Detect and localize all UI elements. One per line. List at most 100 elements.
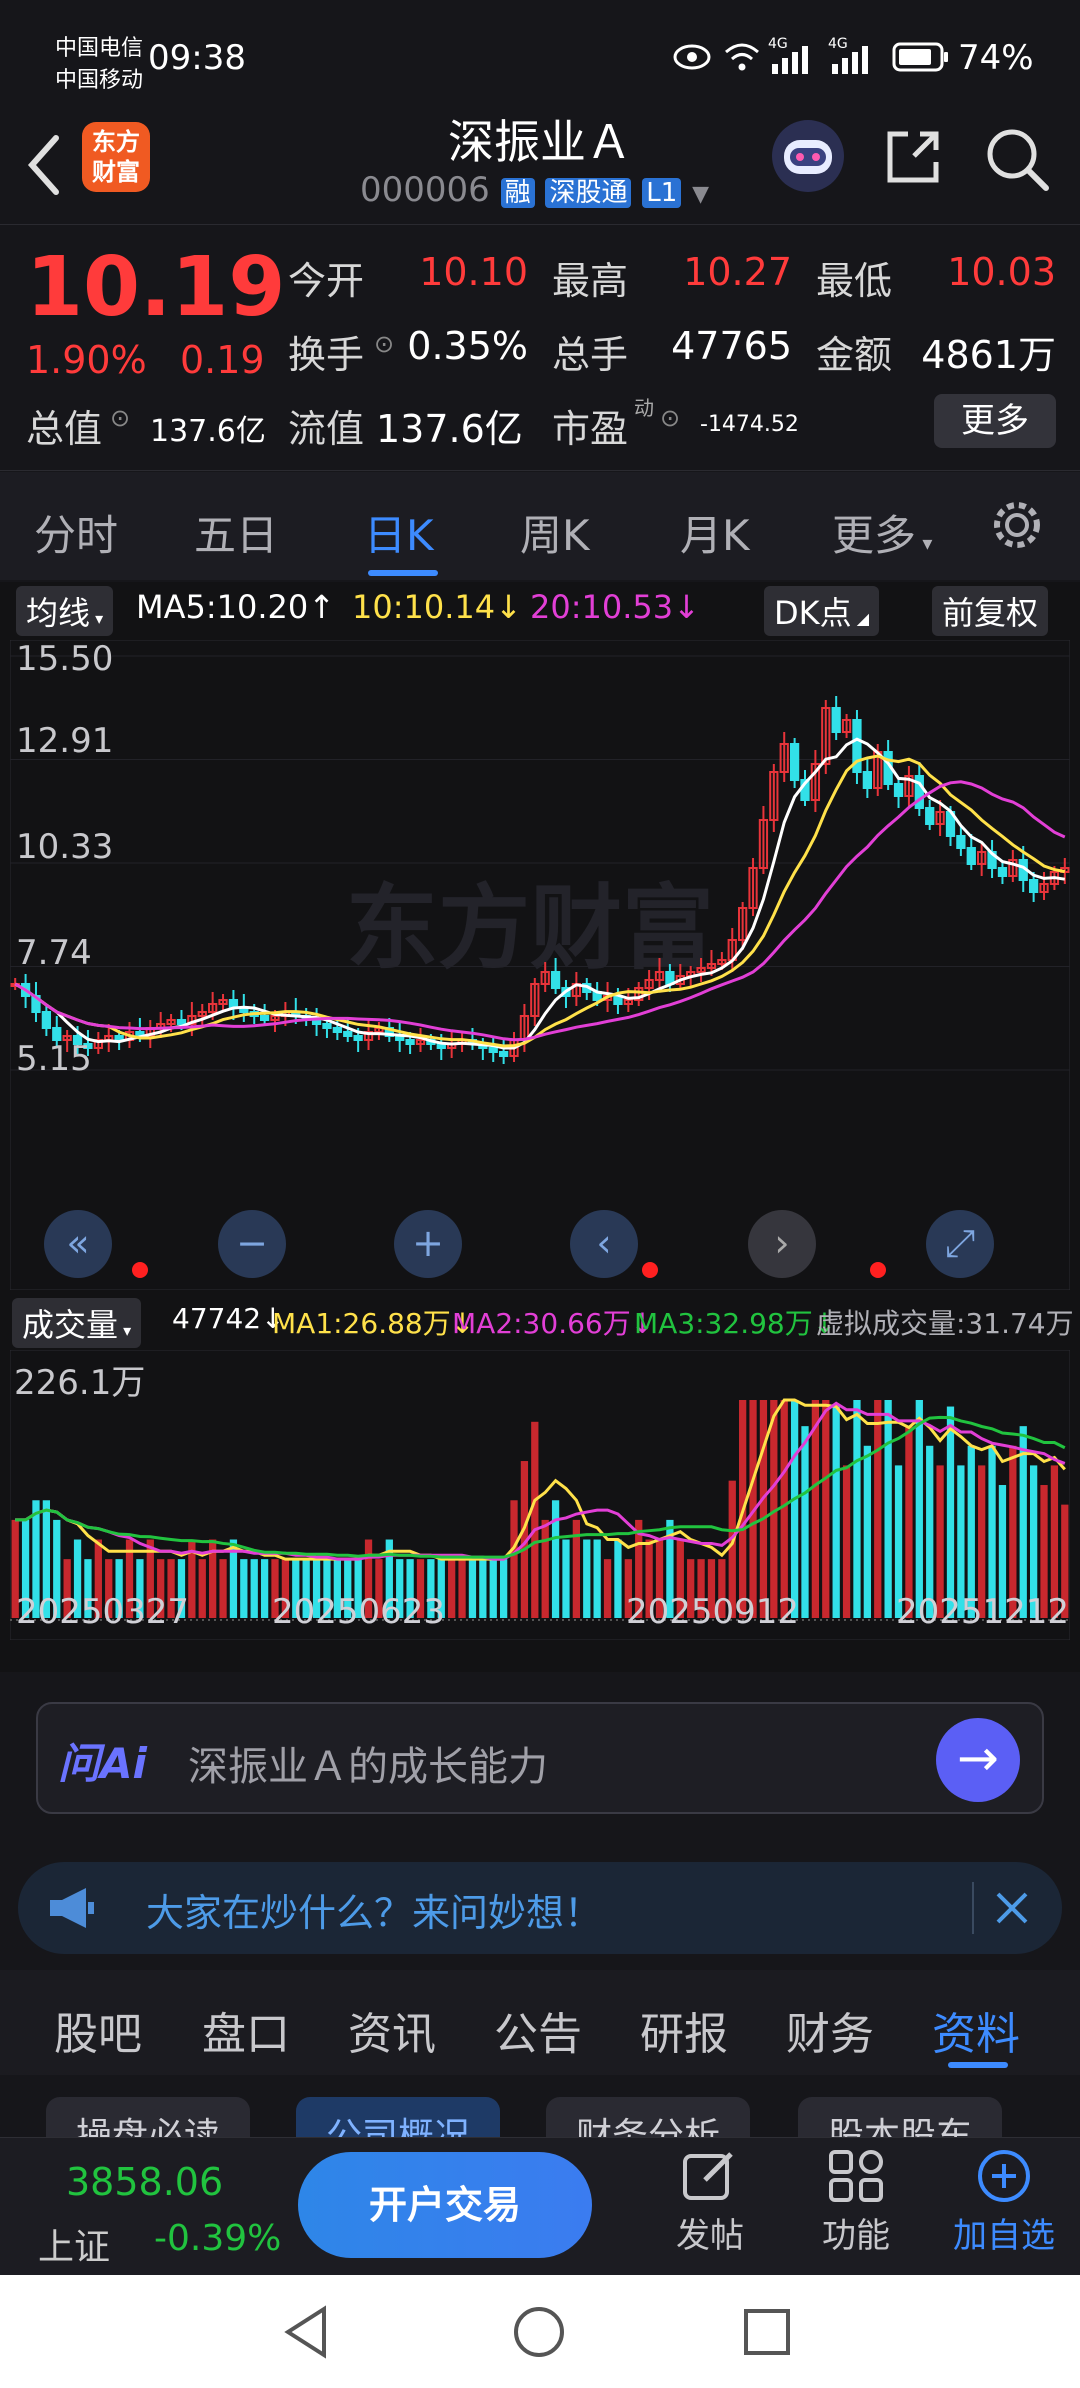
back-triangle-icon[interactable] <box>282 2305 332 2359</box>
tab-weekly-k[interactable]: 周K <box>520 502 590 563</box>
adjust-selector[interactable]: 前复权 <box>932 586 1049 636</box>
ai-prompt[interactable]: 深振业Ａ的成长能力 <box>188 1734 548 1792</box>
tab-monthly-k[interactable]: 月K <box>680 502 750 563</box>
kline-chart-area[interactable]: 均线 ▾ MA5:10.20↑ 10:10.14↓ 20:10.53↓ DK点 … <box>0 582 1080 1672</box>
chip-must-read[interactable]: 操盘必读 <box>46 2097 251 2137</box>
megaphone-icon <box>50 1888 94 1928</box>
scroll-left-icon[interactable]: ‹ <box>570 1210 638 1278</box>
candle <box>114 1035 124 1041</box>
price-axis-4: 7.74 <box>16 933 92 973</box>
grid-icon <box>829 2150 883 2202</box>
volume-label: 总手 <box>552 333 629 377</box>
kline-canvas[interactable]: 东方财富 15.50 12.91 10.33 7.74 5.15 <box>10 640 1070 1290</box>
ma5-label: MA5:10.20↑ <box>136 588 336 626</box>
chart-tabs: 分时 五日 日K 周K 月K 更多 ▾ <box>0 472 1080 580</box>
volume-bar <box>801 1426 809 1618</box>
nav-functions[interactable]: 功能 <box>806 2148 906 2257</box>
tab-finance[interactable]: 财务 <box>786 1998 874 2062</box>
candle <box>1028 879 1039 893</box>
ma-selector[interactable]: 均线 ▾ <box>16 586 114 636</box>
fullscreen-icon[interactable]: ⤢ <box>926 1210 994 1278</box>
volume-bar <box>863 1445 871 1618</box>
tab-daily-k[interactable]: 日K <box>364 502 434 563</box>
connect-tag: 深股通 <box>545 178 632 208</box>
chip-shareholders[interactable]: 股本股东 <box>798 2097 1003 2137</box>
index-value[interactable]: 3858.06 <box>66 2160 223 2204</box>
chip-financial-analysis[interactable]: 财务分析 <box>546 2097 751 2137</box>
float-value: 137.6亿 <box>376 407 523 451</box>
volume-bar <box>884 1400 892 1618</box>
dk-point-selector[interactable]: DK点 ◢ <box>764 586 880 636</box>
volume-bar <box>583 1539 591 1618</box>
tab-intraday[interactable]: 分时 <box>34 502 118 563</box>
close-icon[interactable] <box>990 1886 1034 1930</box>
arrow-right-icon[interactable]: → <box>936 1718 1020 1802</box>
stock-code-row[interactable]: 000006 融 深股通 L1 ▼ <box>360 170 709 210</box>
ai-ask-bar[interactable]: 问Ai 深振业Ａ的成长能力 → <box>36 1702 1044 1814</box>
divider <box>972 1882 974 1934</box>
battery-icon <box>892 42 948 72</box>
nav-add-label: 加自选 <box>953 2216 1055 2256</box>
home-circle-icon[interactable] <box>512 2305 566 2359</box>
tab-announcements[interactable]: 公告 <box>494 1998 582 2062</box>
zoom-in-icon[interactable]: + <box>394 1210 462 1278</box>
tab-news[interactable]: 资讯 <box>348 1998 436 2062</box>
volume-bar <box>874 1400 882 1618</box>
top-bar: 东方 财富 深振业Ａ 000006 融 深股通 L1 ▼ <box>0 110 1080 225</box>
volume-bar <box>240 1559 248 1618</box>
status-bar: 中国电信 中国移动 09:38 4G 4G 74% <box>0 0 1080 110</box>
volume-bar <box>250 1559 258 1618</box>
date-label-1: 20250327 <box>16 1592 190 1632</box>
event-marker[interactable] <box>870 1262 886 1278</box>
tab-five-day[interactable]: 五日 <box>194 502 278 563</box>
scroll-left-fast-icon[interactable]: « <box>44 1210 112 1278</box>
volume-bar <box>790 1400 799 1618</box>
zoom-out-icon[interactable]: − <box>218 1210 286 1278</box>
volume-bar <box>614 1539 622 1618</box>
volume-selector[interactable]: 成交量 ▾ <box>12 1298 142 1348</box>
tab-pankou[interactable]: 盘口 <box>202 1998 290 2062</box>
nav-add-watchlist[interactable]: 加自选 <box>944 2148 1064 2257</box>
recent-apps-icon[interactable] <box>742 2307 792 2357</box>
tab-profile[interactable]: 资料 <box>932 1998 1020 2062</box>
level-tag: L1 <box>642 178 682 208</box>
more-button[interactable]: 更多 <box>934 394 1056 448</box>
search-icon[interactable] <box>982 124 1052 194</box>
info-icon[interactable]: ⊙ <box>660 404 680 432</box>
date-label-4: 20251212 <box>896 1592 1070 1632</box>
index-name[interactable]: 上证 <box>38 2218 110 2270</box>
active-subtab-indicator <box>948 2062 1008 2068</box>
info-icon[interactable]: ⊙ <box>110 404 130 432</box>
info-icon[interactable]: ⊙ <box>374 330 394 358</box>
pe-superscript: 动 <box>634 396 654 420</box>
tab-guba[interactable]: 股吧 <box>54 1998 142 2062</box>
chip-company-overview[interactable]: 公司概况 <box>296 2097 501 2137</box>
candle <box>405 1039 415 1045</box>
candle <box>550 971 561 989</box>
volume-bar <box>946 1406 955 1618</box>
price-axis-3: 10.33 <box>16 827 113 867</box>
caret-icon: ◢ <box>851 609 870 628</box>
nav-post[interactable]: 发帖 <box>660 2148 760 2257</box>
candle <box>332 1027 342 1033</box>
gear-icon[interactable] <box>988 496 1046 554</box>
event-marker[interactable] <box>132 1262 148 1278</box>
event-marker[interactable] <box>642 1262 658 1278</box>
open-account-button[interactable]: 开户交易 <box>298 2152 592 2258</box>
candle <box>966 847 976 865</box>
tab-research[interactable]: 研报 <box>640 1998 728 2062</box>
volume-bar <box>198 1559 206 1618</box>
share-icon[interactable] <box>880 124 946 190</box>
candle <box>41 1011 52 1029</box>
tab-more[interactable]: 更多 ▾ <box>832 502 932 563</box>
index-change[interactable]: -0.39% <box>154 2218 281 2259</box>
scroll-right-icon[interactable]: › <box>748 1210 816 1278</box>
change-percent: 1.90% <box>26 338 147 382</box>
robot-assistant-icon[interactable] <box>768 116 848 196</box>
candle <box>893 783 904 797</box>
volume-bar <box>905 1426 913 1618</box>
date-label-2: 20250623 <box>272 1592 446 1632</box>
notice-banner[interactable]: 大家在炒什么？来问妙想！ <box>18 1862 1062 1954</box>
change-value: 0.19 <box>180 338 265 382</box>
notice-text[interactable]: 大家在炒什么？来问妙想！ <box>146 1882 602 1937</box>
